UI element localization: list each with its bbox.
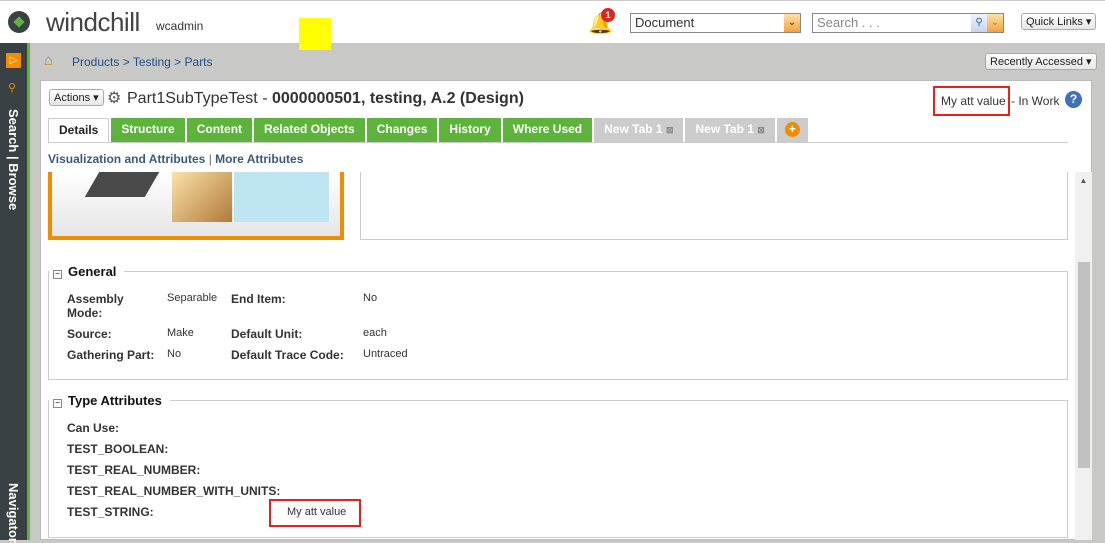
navigator-tab[interactable]: Navigator: [6, 483, 21, 543]
left-sidebar: ▷ ⚲ Search | Browse Navigator: [0, 43, 30, 543]
actions-label: Actions: [54, 92, 91, 104]
search-icon[interactable]: ⚲: [971, 14, 987, 32]
panel-shape: [234, 172, 329, 222]
attr-label: Gathering Part:: [67, 348, 155, 362]
home-icon[interactable]: ⌂: [44, 52, 53, 69]
close-icon[interactable]: ⊠: [666, 125, 674, 135]
object-name: Part1SubTypeTest -: [127, 90, 272, 107]
tab-label: New Tab 1: [695, 122, 754, 136]
tab-new-tab-1b[interactable]: New Tab 1 ⊠: [685, 118, 775, 142]
windchill-logo-icon: [8, 11, 30, 33]
section-title: Type Attributes: [68, 393, 162, 408]
attr-label: TEST_REAL_NUMBER_WITH_UNITS:: [67, 484, 281, 498]
highlight-box: [269, 499, 361, 527]
search-browse-tab[interactable]: Search | Browse: [6, 109, 21, 210]
notification-badge: 1: [601, 8, 615, 22]
search-type-value: Document: [635, 15, 695, 30]
highlight-box: [933, 86, 1010, 116]
attr-label: Source:: [67, 327, 112, 341]
attr-label: End Item:: [231, 292, 286, 306]
attr-label: Default Unit:: [231, 327, 303, 341]
recently-accessed-button[interactable]: Recently Accessed ▾: [985, 53, 1097, 70]
gear-icon: ⚙: [107, 90, 122, 107]
tab-content[interactable]: Content: [186, 118, 253, 142]
quick-links-label: Quick Links: [1026, 16, 1083, 28]
tab-where-used[interactable]: Where Used: [502, 118, 593, 142]
pin-icon[interactable]: ⚲: [8, 81, 16, 94]
visualization-box: [360, 172, 1068, 240]
search-type-select[interactable]: Document ⌄: [630, 13, 801, 33]
scroll-up-icon[interactable]: ▲: [1075, 176, 1092, 185]
sub-navigation: Visualization and Attributes | More Attr…: [48, 152, 304, 166]
attr-label: TEST_BOOLEAN:: [67, 442, 169, 456]
attr-value: No: [363, 292, 378, 304]
tab-details[interactable]: Details: [48, 118, 110, 142]
attr-value: Untraced: [363, 348, 408, 360]
user-name[interactable]: wcadmin: [156, 19, 203, 33]
attr-value: Separable: [167, 292, 218, 304]
close-icon[interactable]: ⊠: [757, 125, 765, 135]
tab-label: New Tab 1: [604, 122, 663, 136]
more-attributes-link[interactable]: More Attributes: [215, 152, 303, 166]
top-header: windchill wcadmin 🔔 1 Document ⌄ Search .…: [0, 0, 1105, 50]
attr-label: TEST_STRING:: [67, 505, 154, 519]
scrollbar-thumb[interactable]: [1078, 262, 1090, 468]
app-logo: windchill: [46, 7, 140, 37]
plus-icon: +: [784, 122, 800, 137]
state-label: - In Work: [1011, 94, 1060, 108]
tab-history[interactable]: History: [439, 118, 501, 142]
visualization-link[interactable]: Visualization and Attributes: [48, 152, 205, 166]
expand-icon[interactable]: ▷: [6, 53, 21, 68]
attr-label: Default Trace Code:: [231, 348, 344, 362]
recently-accessed-label: Recently Accessed: [990, 56, 1083, 68]
breadcrumb[interactable]: Products > Testing > Parts: [72, 55, 213, 69]
object-identity: 0000000501, testing, A.2 (Design): [271, 90, 524, 107]
box-shape: [172, 172, 232, 222]
attr-label: Can Use:: [67, 421, 120, 435]
type-attributes-section: − Type Attributes: [48, 393, 1068, 538]
general-section: − General: [48, 264, 1068, 380]
section-title: General: [68, 264, 117, 279]
add-tab-button[interactable]: +: [776, 118, 808, 142]
collapse-icon[interactable]: −: [53, 270, 62, 279]
page-title: Part1SubTypeTest - 0000000501, testing, …: [127, 90, 524, 108]
chevron-down-icon[interactable]: ⌄: [987, 14, 1003, 32]
attr-value: No: [167, 348, 182, 360]
tab-related-objects[interactable]: Related Objects: [254, 118, 365, 142]
tab-changes[interactable]: Changes: [366, 118, 438, 142]
yellow-marker: [299, 18, 331, 50]
quick-links-button[interactable]: Quick Links ▾: [1021, 13, 1097, 30]
collapse-icon[interactable]: −: [53, 399, 62, 408]
attr-label: Assembly Mode:: [67, 292, 124, 320]
attr-value: Make: [167, 327, 194, 339]
attr-label: TEST_REAL_NUMBER:: [67, 463, 201, 477]
attr-value: each: [363, 327, 387, 339]
tab-new-tab-1[interactable]: New Tab 1 ⊠: [594, 118, 684, 142]
tab-bar: Details Structure Content Related Object…: [48, 118, 810, 142]
help-icon[interactable]: ?: [1065, 91, 1082, 108]
actions-button[interactable]: Actions ▾: [49, 89, 104, 106]
search-input[interactable]: Search . . . ⚲ ⌄: [812, 13, 1004, 33]
search-placeholder: Search . . .: [817, 15, 880, 30]
chevron-down-icon[interactable]: ⌄: [784, 14, 800, 32]
arrow-shape: [84, 172, 160, 197]
tab-structure[interactable]: Structure: [111, 118, 185, 142]
tab-divider: [48, 142, 1068, 143]
thumbnail-image[interactable]: [48, 172, 344, 240]
